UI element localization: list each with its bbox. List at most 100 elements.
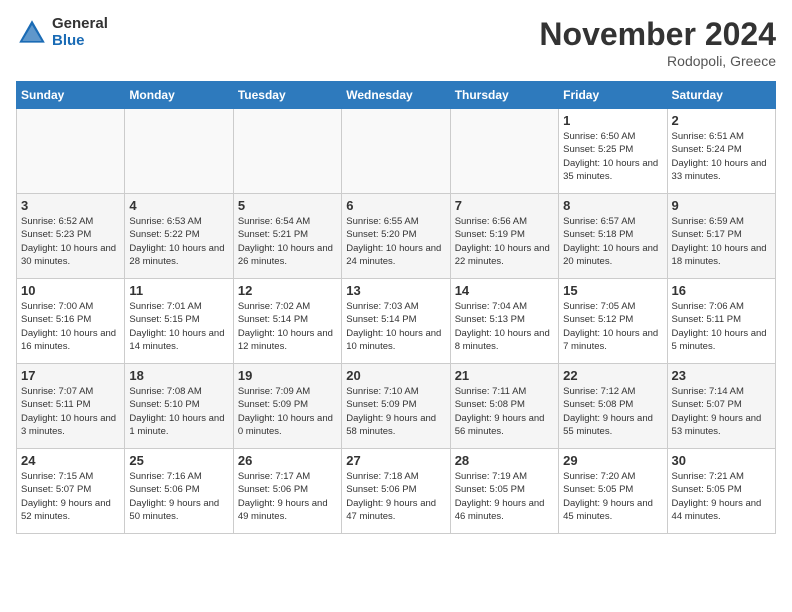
day-info: Sunrise: 6:55 AM Sunset: 5:20 PM Dayligh…	[346, 215, 445, 268]
day-cell: 24 Sunrise: 7:15 AM Sunset: 5:07 PM Dayli…	[17, 449, 125, 534]
day-info: Sunrise: 7:04 AM Sunset: 5:13 PM Dayligh…	[455, 300, 554, 353]
col-friday: Friday	[559, 82, 667, 109]
week-row-4: 17Sunrise: 7:07 AM Sunset: 5:11 PM Dayli…	[17, 364, 776, 449]
day-info: Sunrise: 7:15 AM Sunset: 5:07 PM Dayligh…	[21, 470, 120, 523]
logo-blue: Blue	[52, 33, 108, 50]
day-number: 22	[563, 368, 662, 383]
day-number: 23	[672, 368, 771, 383]
day-info: Sunrise: 7:17 AM Sunset: 5:06 PM Dayligh…	[238, 470, 337, 523]
day-cell: 16 Sunrise: 7:06 AM Sunset: 5:11 PM Dayli…	[667, 279, 775, 364]
month-title: November 2024	[539, 16, 776, 53]
day-cell: 25 Sunrise: 7:16 AM Sunset: 5:06 PM Dayli…	[125, 449, 233, 534]
day-number: 13	[346, 283, 445, 298]
day-number: 28	[455, 453, 554, 468]
day-cell: 4 Sunrise: 6:53 AM Sunset: 5:22 PM Daylig…	[125, 194, 233, 279]
day-cell	[342, 109, 450, 194]
day-number: 1	[563, 113, 662, 128]
day-cell: 10Sunrise: 7:00 AM Sunset: 5:16 PM Dayli…	[17, 279, 125, 364]
day-number: 14	[455, 283, 554, 298]
col-wednesday: Wednesday	[342, 82, 450, 109]
day-cell	[233, 109, 341, 194]
day-number: 5	[238, 198, 337, 213]
day-number: 8	[563, 198, 662, 213]
day-number: 19	[238, 368, 337, 383]
day-cell: 19 Sunrise: 7:09 AM Sunset: 5:09 PM Dayli…	[233, 364, 341, 449]
day-cell: 1Sunrise: 6:50 AM Sunset: 5:25 PM Daylig…	[559, 109, 667, 194]
day-info: Sunrise: 7:11 AM Sunset: 5:08 PM Dayligh…	[455, 385, 554, 438]
day-cell: 23 Sunrise: 7:14 AM Sunset: 5:07 PM Dayli…	[667, 364, 775, 449]
col-thursday: Thursday	[450, 82, 558, 109]
page-header: General Blue November 2024 Rodopoli, Gre…	[16, 16, 776, 69]
day-cell	[450, 109, 558, 194]
location: Rodopoli, Greece	[539, 53, 776, 69]
day-number: 2	[672, 113, 771, 128]
day-info: Sunrise: 7:16 AM Sunset: 5:06 PM Dayligh…	[129, 470, 228, 523]
day-number: 11	[129, 283, 228, 298]
day-info: Sunrise: 6:52 AM Sunset: 5:23 PM Dayligh…	[21, 215, 120, 268]
col-sunday: Sunday	[17, 82, 125, 109]
day-cell: 21 Sunrise: 7:11 AM Sunset: 5:08 PM Dayli…	[450, 364, 558, 449]
day-cell: 9 Sunrise: 6:59 AM Sunset: 5:17 PM Daylig…	[667, 194, 775, 279]
day-cell: 5 Sunrise: 6:54 AM Sunset: 5:21 PM Daylig…	[233, 194, 341, 279]
day-cell: 28 Sunrise: 7:19 AM Sunset: 5:05 PM Dayli…	[450, 449, 558, 534]
day-number: 29	[563, 453, 662, 468]
day-number: 17	[21, 368, 120, 383]
day-number: 18	[129, 368, 228, 383]
week-row-2: 3 Sunrise: 6:52 AM Sunset: 5:23 PM Daylig…	[17, 194, 776, 279]
day-cell: 12 Sunrise: 7:02 AM Sunset: 5:14 PM Dayli…	[233, 279, 341, 364]
day-cell: 20Sunrise: 7:10 AM Sunset: 5:09 PM Dayli…	[342, 364, 450, 449]
day-cell: 27Sunrise: 7:18 AM Sunset: 5:06 PM Dayli…	[342, 449, 450, 534]
day-number: 25	[129, 453, 228, 468]
week-row-1: 1Sunrise: 6:50 AM Sunset: 5:25 PM Daylig…	[17, 109, 776, 194]
day-number: 26	[238, 453, 337, 468]
day-info: Sunrise: 6:53 AM Sunset: 5:22 PM Dayligh…	[129, 215, 228, 268]
day-info: Sunrise: 7:12 AM Sunset: 5:08 PM Dayligh…	[563, 385, 662, 438]
day-cell: 13 Sunrise: 7:03 AM Sunset: 5:14 PM Dayli…	[342, 279, 450, 364]
day-info: Sunrise: 6:51 AM Sunset: 5:24 PM Dayligh…	[672, 130, 771, 183]
day-number: 12	[238, 283, 337, 298]
day-cell	[125, 109, 233, 194]
day-number: 4	[129, 198, 228, 213]
day-info: Sunrise: 7:14 AM Sunset: 5:07 PM Dayligh…	[672, 385, 771, 438]
day-number: 6	[346, 198, 445, 213]
day-number: 21	[455, 368, 554, 383]
header-row: Sunday Monday Tuesday Wednesday Thursday…	[17, 82, 776, 109]
logo-text: General Blue	[52, 16, 108, 49]
logo-general: General	[52, 16, 108, 33]
day-info: Sunrise: 6:59 AM Sunset: 5:17 PM Dayligh…	[672, 215, 771, 268]
day-cell: 11 Sunrise: 7:01 AM Sunset: 5:15 PM Dayli…	[125, 279, 233, 364]
col-monday: Monday	[125, 82, 233, 109]
day-cell: 26 Sunrise: 7:17 AM Sunset: 5:06 PM Dayli…	[233, 449, 341, 534]
day-info: Sunrise: 7:02 AM Sunset: 5:14 PM Dayligh…	[238, 300, 337, 353]
day-number: 27	[346, 453, 445, 468]
day-info: Sunrise: 7:00 AM Sunset: 5:16 PM Dayligh…	[21, 300, 120, 353]
day-info: Sunrise: 7:03 AM Sunset: 5:14 PM Dayligh…	[346, 300, 445, 353]
day-number: 3	[21, 198, 120, 213]
day-cell: 7Sunrise: 6:56 AM Sunset: 5:19 PM Daylig…	[450, 194, 558, 279]
col-tuesday: Tuesday	[233, 82, 341, 109]
day-number: 30	[672, 453, 771, 468]
day-number: 24	[21, 453, 120, 468]
day-cell: 14 Sunrise: 7:04 AM Sunset: 5:13 PM Dayli…	[450, 279, 558, 364]
day-number: 16	[672, 283, 771, 298]
day-info: Sunrise: 6:57 AM Sunset: 5:18 PM Dayligh…	[563, 215, 662, 268]
logo-icon	[16, 17, 48, 49]
day-cell: 3 Sunrise: 6:52 AM Sunset: 5:23 PM Daylig…	[17, 194, 125, 279]
day-info: Sunrise: 7:19 AM Sunset: 5:05 PM Dayligh…	[455, 470, 554, 523]
day-cell: 6 Sunrise: 6:55 AM Sunset: 5:20 PM Daylig…	[342, 194, 450, 279]
week-row-3: 10Sunrise: 7:00 AM Sunset: 5:16 PM Dayli…	[17, 279, 776, 364]
day-number: 9	[672, 198, 771, 213]
day-number: 20	[346, 368, 445, 383]
day-info: Sunrise: 7:01 AM Sunset: 5:15 PM Dayligh…	[129, 300, 228, 353]
logo: General Blue	[16, 16, 108, 49]
day-cell: 29Sunrise: 7:20 AM Sunset: 5:05 PM Dayli…	[559, 449, 667, 534]
day-info: Sunrise: 7:21 AM Sunset: 5:05 PM Dayligh…	[672, 470, 771, 523]
day-info: Sunrise: 6:56 AM Sunset: 5:19 PM Dayligh…	[455, 215, 554, 268]
day-info: Sunrise: 6:54 AM Sunset: 5:21 PM Dayligh…	[238, 215, 337, 268]
day-cell: 17Sunrise: 7:07 AM Sunset: 5:11 PM Dayli…	[17, 364, 125, 449]
day-info: Sunrise: 7:08 AM Sunset: 5:10 PM Dayligh…	[129, 385, 228, 438]
day-cell: 30 Sunrise: 7:21 AM Sunset: 5:05 PM Dayli…	[667, 449, 775, 534]
day-info: Sunrise: 7:06 AM Sunset: 5:11 PM Dayligh…	[672, 300, 771, 353]
week-row-5: 24 Sunrise: 7:15 AM Sunset: 5:07 PM Dayli…	[17, 449, 776, 534]
day-info: Sunrise: 7:09 AM Sunset: 5:09 PM Dayligh…	[238, 385, 337, 438]
